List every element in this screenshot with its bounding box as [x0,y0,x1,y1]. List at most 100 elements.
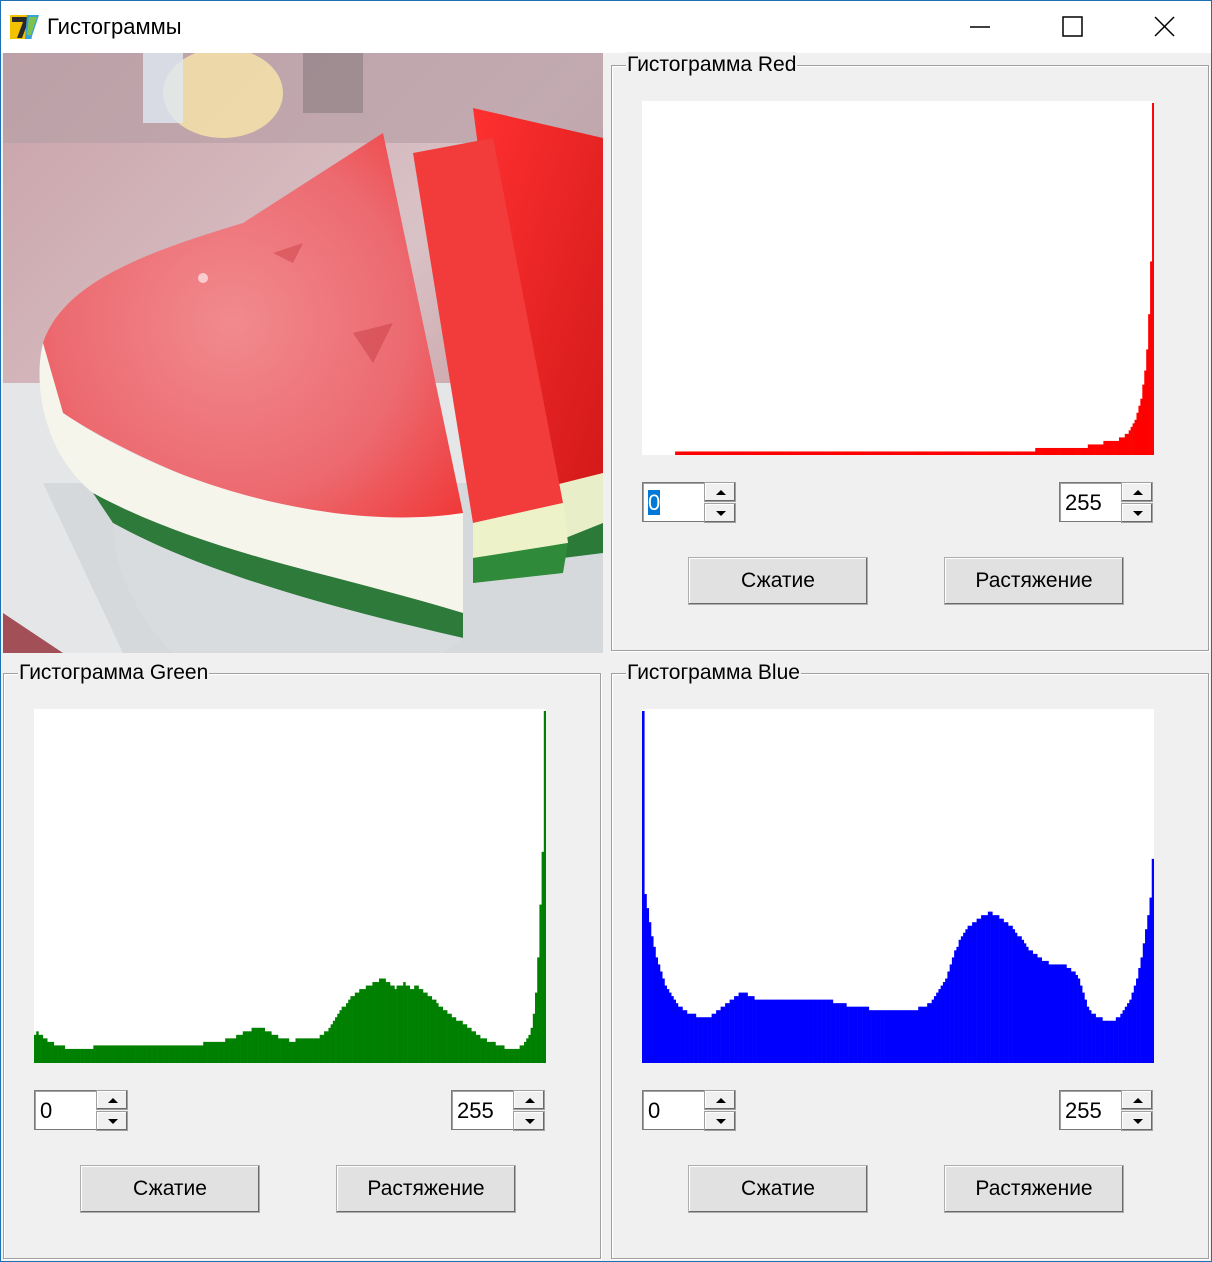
green-histogram-bar [64,1048,68,1063]
blue-histogram-bar [727,1003,730,1063]
red-histogram-bar [756,451,760,455]
arrow-up-icon [716,1098,726,1103]
red-histogram-bar [904,451,908,455]
blue-histogram-bar [1003,922,1007,1063]
green-histogram-bar [201,1045,204,1063]
blue-histogram-bar [835,1003,838,1063]
red-histogram-bar [932,451,935,455]
red-min-down-button[interactable] [704,503,736,523]
green-max-input[interactable]: 255 [451,1090,513,1130]
red-stretch-button[interactable]: Растяжение [944,557,1124,605]
green-histogram-bar [102,1045,105,1063]
blue-histogram-bar [787,999,791,1063]
maximize-button[interactable] [1027,1,1119,53]
green-max-down-button[interactable] [513,1111,545,1131]
arrow-up-icon [1133,490,1143,495]
blue-histogram-bar [803,999,807,1063]
blue-compress-button[interactable]: Сжатие [688,1165,868,1213]
blue-histogram-bar [1070,971,1074,1063]
green-histogram-bar [379,978,382,1063]
blue-histogram-bar [839,1003,843,1063]
blue-min-down-button[interactable] [704,1111,736,1131]
blue-max-down-button[interactable] [1121,1111,1153,1131]
red-max-input[interactable]: 255 [1059,482,1121,522]
blue-max-up-button[interactable] [1121,1090,1153,1110]
green-histogram-bar [150,1045,153,1063]
red-histogram-bar [1093,444,1096,455]
red-histogram-bar [791,451,795,455]
blue-histogram-bar [983,915,986,1063]
blue-min-input[interactable]: 0 [642,1090,704,1130]
red-histogram-bar [957,451,960,455]
green-histogram-bar [508,1048,512,1063]
blue-stretch-button[interactable]: Растяжение [944,1165,1124,1213]
green-histogram-bar [339,1010,342,1063]
blue-histogram-bar [911,1010,915,1063]
blue-max-input[interactable]: 255 [1059,1090,1121,1130]
green-min-up-button[interactable] [96,1090,128,1110]
green-histogram-bar [537,957,540,1063]
red-histogram-bar [1124,433,1128,455]
green-min-spinbox[interactable]: 0 [34,1090,130,1134]
red-compress-button[interactable]: Сжатие [688,557,868,605]
green-histogram-bar [84,1048,88,1063]
green-histogram-bar [370,985,373,1063]
blue-histogram-bar [698,1017,701,1063]
red-histogram-bar [861,451,865,455]
red-histogram-bar [729,451,732,455]
red-histogram-bar [1017,451,1020,455]
red-max-spinbox[interactable]: 255 [1059,482,1155,526]
blue-histogram-bar [990,911,993,1063]
green-compress-button[interactable]: Сжатие [80,1165,260,1213]
blue-histogram-bar [1061,964,1065,1063]
green-histogram-bar [211,1041,215,1063]
red-histogram-bar [1015,451,1019,455]
red-min-spinbox[interactable]: 0 [642,482,738,526]
close-icon [1154,16,1175,37]
red-histogram-bar [675,451,678,455]
blue-min-spinbox[interactable]: 0 [642,1090,738,1134]
blue-histogram-bar [814,999,818,1063]
green-histogram-bar [510,1048,514,1063]
red-histogram-bar [998,451,1001,455]
arrow-up-icon [525,1098,535,1103]
red-histogram-bar [793,451,797,455]
green-stretch-button[interactable]: Растяжение [336,1165,516,1213]
blue-histogram-bar [707,1017,710,1063]
green-histogram-bar [458,1020,461,1063]
red-histogram-bar [749,451,752,455]
blue-histogram-bar [792,999,796,1063]
blue-histogram-bar [844,1003,847,1063]
green-max-up-button[interactable] [513,1090,545,1110]
red-histogram-bar [1140,398,1143,455]
red-max-down-button[interactable] [1121,503,1153,523]
green-max-spinbox[interactable]: 255 [451,1090,547,1134]
green-histogram-bar [420,989,424,1063]
red-min-input[interactable]: 0 [642,482,704,522]
blue-histogram-bar [1093,1013,1096,1063]
blue-histogram-bar [1122,1010,1126,1063]
green-min-down-button[interactable] [96,1111,128,1131]
red-histogram-bar [743,451,746,455]
blue-histogram-bar [745,992,748,1063]
blue-histogram-bar [752,996,755,1063]
minimize-button[interactable] [935,1,1027,53]
title-bar[interactable]: Гистограммы [1,1,1211,53]
green-min-input[interactable]: 0 [34,1090,96,1130]
green-histogram-bar [106,1045,110,1063]
red-histogram-bar [1105,440,1108,455]
red-min-up-button[interactable] [704,482,736,502]
red-histogram-bar [706,451,709,455]
blue-histogram-bar [1118,1017,1121,1063]
green-histogram-bar [220,1041,224,1063]
blue-histogram-bar [837,1003,840,1063]
red-max-up-button[interactable] [1121,482,1153,502]
blue-histogram-bar [1037,957,1040,1063]
close-button[interactable] [1119,1,1211,53]
green-histogram-bar [269,1031,272,1063]
blue-max-spinbox[interactable]: 255 [1059,1090,1155,1134]
blue-histogram-bar [884,1010,888,1063]
blue-min-up-button[interactable] [704,1090,736,1110]
green-histogram-bar [86,1048,90,1063]
red-histogram-bar [967,451,970,455]
